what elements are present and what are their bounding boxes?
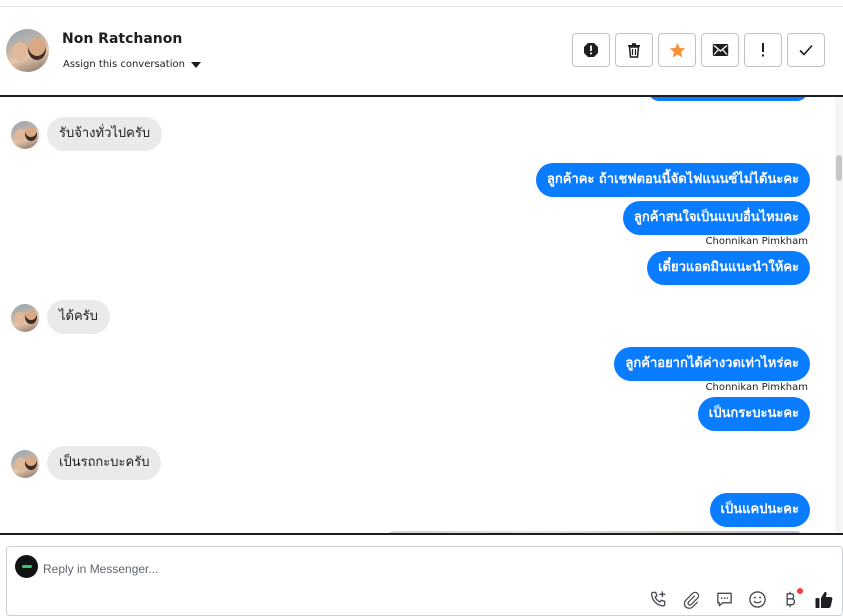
message-bubble-partial: [648, 97, 808, 101]
contact-name[interactable]: Non Ratchanon: [62, 31, 182, 47]
contact-avatar-small: [11, 304, 39, 332]
contact-avatar-small: [11, 121, 39, 149]
message-bubble-incoming[interactable]: ได้ครับ: [47, 300, 110, 334]
sender-name: Chonnikan Pimkham: [705, 382, 808, 393]
assign-label: Assign this conversation: [63, 59, 185, 70]
phone-plus-icon[interactable]: [648, 589, 669, 610]
contact-avatar-small: [11, 450, 39, 478]
message-bubble-outgoing[interactable]: เป็นกระบะนะคะ: [697, 397, 810, 431]
composer-tools: [648, 588, 834, 610]
scrollbar-thumb[interactable]: [836, 155, 842, 181]
paperclip-icon[interactable]: [681, 589, 702, 610]
assign-conversation-dropdown[interactable]: Assign this conversation: [63, 59, 201, 70]
check-icon: [799, 44, 813, 56]
message-bubble-incoming[interactable]: เป็นรถกะบะครับ: [47, 446, 162, 480]
thumbs-up-icon[interactable]: [813, 589, 834, 610]
contact-avatar[interactable]: [6, 29, 49, 72]
conversation-actions: [572, 33, 825, 67]
reply-input[interactable]: [43, 555, 743, 583]
messenger-conversation-panel: Non Ratchanon Assign this conversation ร…: [0, 0, 843, 616]
notification-dot: [797, 588, 803, 594]
smile-icon[interactable]: [747, 589, 768, 610]
scrollbar[interactable]: [835, 97, 843, 533]
mark-done-button[interactable]: [787, 33, 825, 67]
star-button[interactable]: [658, 33, 696, 67]
mark-unread-button[interactable]: [701, 33, 739, 67]
conversation-header: Non Ratchanon Assign this conversation: [0, 7, 843, 95]
exclamation-icon: [762, 43, 764, 57]
caret-down-icon: [190, 61, 201, 68]
trash-icon: [628, 43, 640, 58]
envelope-icon: [712, 44, 728, 56]
star-icon: [669, 42, 685, 58]
page-avatar: [15, 555, 38, 578]
alert-octagon-icon: [584, 43, 598, 57]
image-attachment-preview[interactable]: [386, 531, 804, 533]
message-bubble-outgoing[interactable]: เป็นแคปนะคะ: [709, 493, 810, 527]
message-bubble-outgoing[interactable]: ลูกค้าอยากได้ค่างวดเท่าไหร่คะ: [614, 347, 810, 381]
report-spam-button[interactable]: [572, 33, 610, 67]
message-bubble-outgoing[interactable]: ลูกค้าสนใจเป็นแบบอื่นไหมคะ: [622, 201, 810, 235]
message-bubble-outgoing[interactable]: ลูกค้าคะ ถ้าเชฟตอนนี้จัดไฟแนนซ์ไม่ได้นะค…: [535, 163, 810, 197]
follow-up-button[interactable]: [744, 33, 782, 67]
speech-bubble-icon[interactable]: [714, 589, 735, 610]
reply-composer: [6, 546, 843, 616]
message-bubble-outgoing[interactable]: เดี๋ยวแอดมินแนะนำให้คะ: [647, 251, 810, 285]
delete-button[interactable]: [615, 33, 653, 67]
message-bubble-incoming[interactable]: รับจ้างทั่วไปครับ: [47, 117, 163, 151]
message-list[interactable]: รับจ้างทั่วไปครับ ลูกค้าคะ ถ้าเชฟตอนนี้จ…: [0, 95, 843, 535]
sender-name: Chonnikan Pimkham: [705, 236, 808, 247]
baht-icon[interactable]: [780, 588, 803, 610]
